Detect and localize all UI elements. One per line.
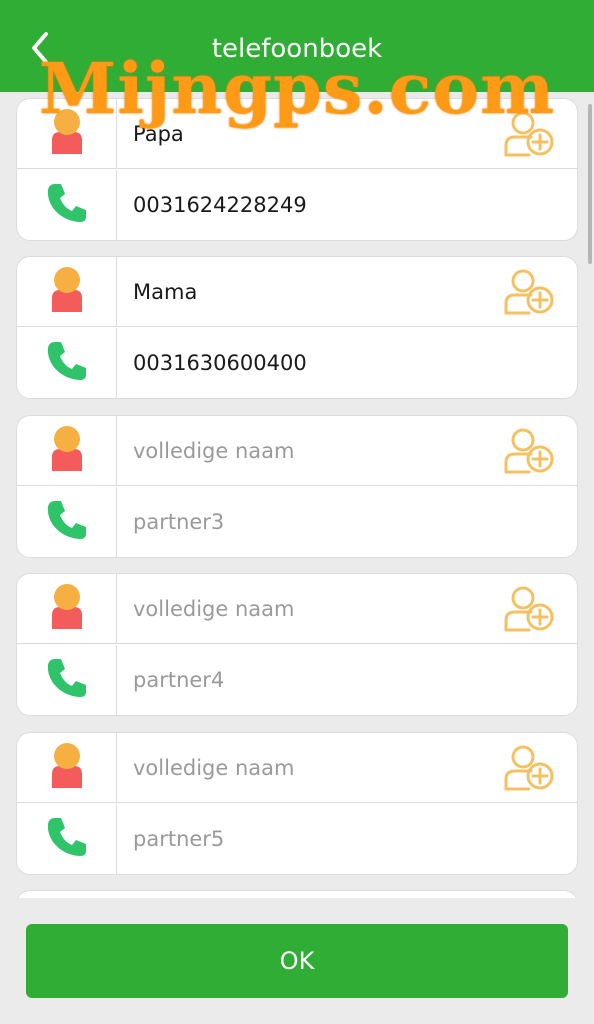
phone-field[interactable]: 0031630600400 [133,328,493,398]
add-contact-button[interactable] [503,743,555,793]
name-row: volledige naam [17,416,577,486]
name-field[interactable]: volledige naam [133,733,493,802]
phone-icon-cell [17,170,117,240]
person-icon-cell [17,416,117,485]
phone-row: partner5 [17,804,577,874]
ok-button[interactable]: OK [26,924,568,998]
contact-list: Papa 0031624228249 Mama 0031630600400 volled… [16,98,578,898]
phone-icon-cell [17,487,117,557]
add-contact-button[interactable] [503,584,555,634]
contact-card: volledige naam partner5 [16,732,578,875]
watermark-logo: Mijngps.com [38,47,556,130]
add-contact-button[interactable] [503,267,555,317]
phone-row: partner3 [17,487,577,557]
phone-row: 0031630600400 [17,328,577,398]
add-contact-icon [503,269,555,321]
phone-field[interactable]: partner4 [133,645,493,715]
phone-icon [45,656,89,704]
add-contact-icon [503,586,555,638]
person-icon [50,425,84,477]
phone-field[interactable]: 0031624228249 [133,170,493,240]
person-icon-cell [17,257,117,326]
person-icon-cell [17,733,117,802]
phone-icon [45,498,89,546]
add-contact-button[interactable] [503,426,555,476]
add-contact-icon [503,428,555,480]
phone-row: partner4 [17,645,577,715]
add-contact-icon [503,745,555,797]
phone-field[interactable]: partner5 [133,804,493,874]
phone-icon-cell [17,328,117,398]
name-row: volledige naam [17,574,577,644]
name-row: volledige naam [17,733,577,803]
name-field[interactable]: Mama [133,257,493,326]
phone-icon [45,339,89,387]
phone-icon [45,181,89,229]
person-icon [50,583,84,635]
person-icon-cell [17,574,117,643]
phone-field[interactable]: partner3 [133,487,493,557]
name-field[interactable]: volledige naam [133,416,493,485]
phone-icon-cell [17,804,117,874]
contact-card: volledige naam partner3 [16,415,578,558]
phone-icon [45,815,89,863]
phone-row: 0031624228249 [17,170,577,240]
contact-card: Mama 0031630600400 [16,256,578,399]
name-row: Mama [17,257,577,327]
contact-card: volledige naam partner4 [16,573,578,716]
person-icon [50,742,84,794]
name-field[interactable]: volledige naam [133,574,493,643]
person-icon [50,266,84,318]
add-contact-icon [503,111,555,163]
phone-icon-cell [17,645,117,715]
scrollbar[interactable] [588,104,592,264]
contact-card [16,890,578,898]
